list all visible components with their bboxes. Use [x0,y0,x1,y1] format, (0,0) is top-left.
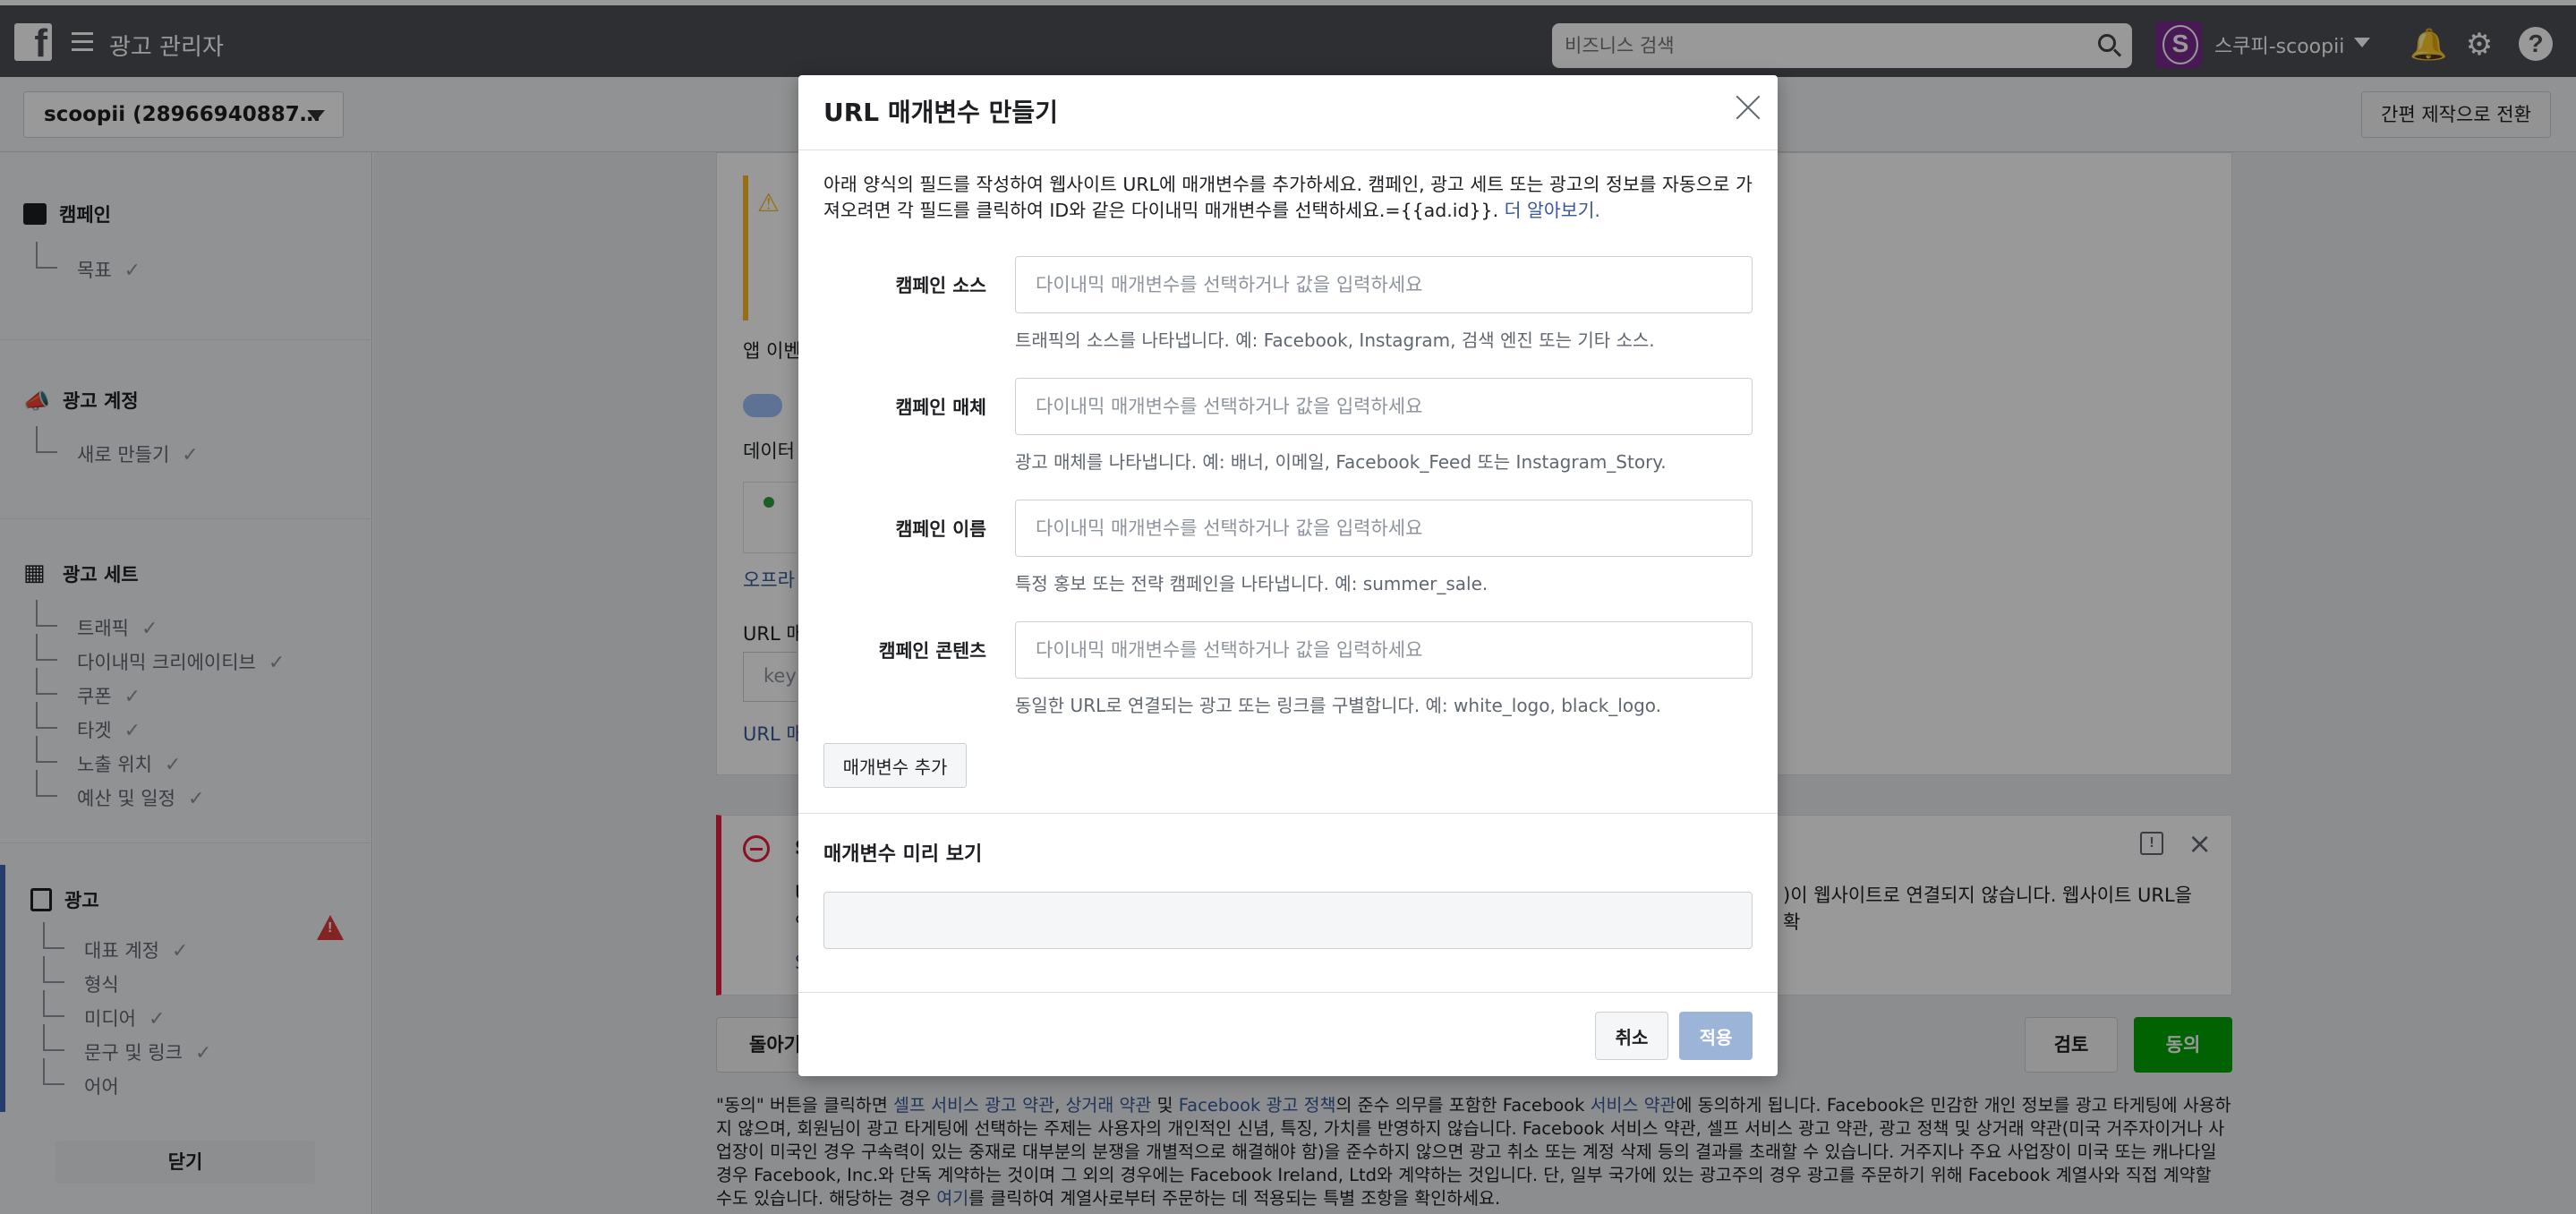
dialog-header: URL 매개변수 만들기 [798,75,1778,150]
campaign-source-label: 캠페인 소스 [895,275,986,296]
campaign-medium-input[interactable] [1015,378,1753,435]
campaign-content-help: 동일한 URL로 연결되는 광고 또는 링크를 구별합니다. 예: white_… [1015,695,1662,716]
campaign-name-help: 특정 홍보 또는 전략 캠페인을 나타냅니다. 예: summer_sale. [1015,573,1488,594]
campaign-content-input[interactable] [1015,621,1753,679]
campaign-medium-label: 캠페인 매체 [895,397,986,418]
dialog-title: URL 매개변수 만들기 [823,98,1058,127]
campaign-name-label: 캠페인 이름 [895,518,986,540]
campaign-source-help: 트래픽의 소스를 나타냅니다. 예: Facebook, Instagram, … [1015,329,1655,351]
campaign-source-input[interactable] [1015,256,1753,313]
parameter-preview-title: 매개변수 미리 보기 [823,843,983,866]
parameter-preview-field [823,892,1753,949]
learn-more-link[interactable]: 더 알아보기. [1505,200,1600,221]
url-parameters-dialog: URL 매개변수 만들기 아래 양식의 필드를 작성하여 웹사이트 URL에 매… [798,75,1778,1076]
dialog-description: 아래 양식의 필드를 작성하여 웹사이트 URL에 매개변수를 추가하세요. 캠… [823,174,1753,221]
divider [798,813,1778,814]
add-parameter-button[interactable]: 매개변수 추가 [823,743,967,788]
campaign-medium-help: 광고 매체를 나타냅니다. 예: 배너, 이메일, Facebook_Feed … [1015,451,1667,473]
campaign-name-input[interactable] [1015,500,1753,557]
divider [798,992,1778,993]
apply-button[interactable]: 적용 [1679,1012,1753,1060]
cancel-button[interactable]: 취소 [1595,1012,1668,1060]
close-icon[interactable] [1735,93,1763,122]
campaign-content-label: 캠페인 콘텐츠 [878,640,986,662]
